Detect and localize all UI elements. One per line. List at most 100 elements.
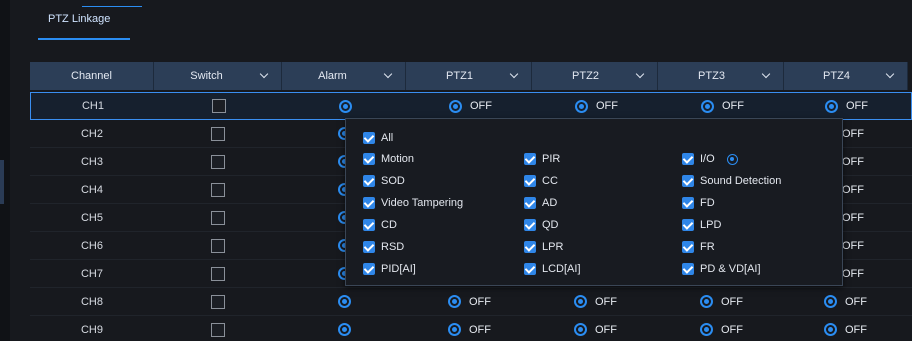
ptz4-value: OFF [842,183,864,196]
checkbox-checked-icon[interactable] [682,219,694,231]
ptz2-value: OFF [595,295,617,308]
channel-label: CH9 [80,323,103,336]
chevron-down-icon[interactable] [761,69,771,79]
ptz2-settings-icon[interactable] [574,323,587,336]
chevron-down-icon[interactable] [885,69,895,79]
channel-label: CH6 [80,239,103,252]
option-lpr[interactable]: LPR [524,241,563,253]
option-pid-ai[interactable]: PID[AI] [363,263,416,275]
ptz3-settings-icon[interactable] [700,323,713,336]
option-cc[interactable]: CC [524,175,558,187]
option-cd[interactable]: CD [363,219,397,231]
checkbox-checked-icon[interactable] [524,153,536,165]
header-channel: Channel [30,62,154,90]
channel-label: CH1 [81,100,104,112]
option-fd[interactable]: FD [682,197,715,209]
option-all[interactable]: All [363,132,393,144]
ptz4-settings-icon[interactable] [824,295,837,308]
alarm-settings-icon[interactable] [337,295,351,308]
checkbox-checked-icon[interactable] [363,241,375,253]
ptz2-settings-icon[interactable] [574,295,587,308]
ptz4-value: OFF [842,127,864,140]
header-ptz4[interactable]: PTZ4 [784,62,908,90]
checkbox-checked-icon[interactable] [682,153,694,165]
option-fr[interactable]: FR [682,241,715,253]
option-ad[interactable]: AD [524,197,557,209]
ptz1-settings-icon[interactable] [448,295,461,308]
switch-checkbox[interactable] [212,99,226,113]
option-rsd[interactable]: RSD [363,241,404,253]
option-lcd-ai[interactable]: LCD[AI] [524,263,581,275]
checkbox-checked-icon[interactable] [682,241,694,253]
table-row[interactable]: CH9 OFF OFF OFF OFF [30,316,912,341]
header-ptz3[interactable]: PTZ3 [658,62,784,90]
header-switch[interactable]: Switch [154,62,282,90]
table-row[interactable]: CH1 OFF OFF OFF OFF [30,92,912,120]
checkbox-checked-icon[interactable] [682,197,694,209]
option-video-tampering[interactable]: Video Tampering [363,197,463,209]
switch-checkbox[interactable] [211,126,225,141]
checkbox-checked-icon[interactable] [524,219,536,231]
switch-checkbox[interactable] [211,154,225,169]
ptz1-settings-icon[interactable] [448,323,461,336]
ptz1-settings-icon[interactable] [449,99,462,113]
table-header: Channel Switch Alarm PTZ1 PTZ2 PTZ3 PTZ4 [30,62,908,90]
checkbox-checked-icon[interactable] [682,175,694,187]
checkbox-checked-icon[interactable] [524,263,536,275]
checkbox-checked-icon[interactable] [363,219,375,231]
ptz3-value: OFF [722,100,744,112]
checkbox-checked-icon[interactable] [363,132,375,144]
switch-checkbox[interactable] [211,182,225,197]
header-ptz1[interactable]: PTZ1 [406,62,532,90]
checkbox-checked-icon[interactable] [524,241,536,253]
switch-checkbox[interactable] [211,294,225,309]
ptz4-value: OFF [842,155,864,168]
switch-checkbox[interactable] [211,266,225,281]
ptz4-value: OFF [842,239,864,252]
header-alarm[interactable]: Alarm [282,62,406,90]
checkbox-checked-icon[interactable] [682,263,694,275]
ptz3-value: OFF [721,323,743,336]
checkbox-checked-icon[interactable] [363,197,375,209]
ptz1-value: OFF [470,100,492,112]
channel-label: CH2 [80,127,103,140]
alarm-type-popup: All Motion PIR I/O SOD CC Sound Detectio… [345,118,843,286]
chevron-down-icon[interactable] [259,69,269,79]
alarm-settings-icon[interactable] [338,99,352,113]
switch-checkbox[interactable] [211,210,225,225]
channel-label: CH3 [80,155,103,168]
checkbox-checked-icon[interactable] [524,197,536,209]
ptz4-settings-icon[interactable] [824,323,837,336]
switch-checkbox[interactable] [211,238,225,253]
option-sod[interactable]: SOD [363,175,405,187]
chevron-down-icon[interactable] [635,69,645,79]
channel-label: CH5 [80,211,103,224]
ptz4-value: OFF [845,323,867,336]
checkbox-checked-icon[interactable] [363,175,375,187]
checkbox-checked-icon[interactable] [524,175,536,187]
ptz1-value: OFF [469,295,491,308]
option-sound-detection[interactable]: Sound Detection [682,175,781,187]
option-pd-vd-ai[interactable]: PD & VD[AI] [682,263,761,275]
alarm-settings-icon[interactable] [337,323,351,336]
option-qd[interactable]: QD [524,219,559,231]
ptz4-settings-icon[interactable] [825,99,838,113]
switch-checkbox[interactable] [211,322,225,337]
checkbox-checked-icon[interactable] [363,263,375,275]
option-lpd[interactable]: LPD [682,219,721,231]
ptz3-settings-icon[interactable] [701,99,714,113]
option-pir[interactable]: PIR [524,153,560,165]
ptz2-value: OFF [595,323,617,336]
checkbox-checked-icon[interactable] [363,153,375,165]
chevron-down-icon[interactable] [383,69,393,79]
ptz3-settings-icon[interactable] [700,295,713,308]
table-row[interactable]: CH8 OFF OFF OFF OFF [30,288,912,316]
io-settings-icon[interactable] [726,153,738,165]
option-motion[interactable]: Motion [363,153,414,165]
channel-label: CH8 [80,295,103,308]
chevron-down-icon[interactable] [509,69,519,79]
option-io[interactable]: I/O [682,153,738,165]
ptz2-settings-icon[interactable] [575,99,588,113]
tab-ptz-linkage[interactable]: PTZ Linkage [38,13,110,39]
header-ptz2[interactable]: PTZ2 [532,62,658,90]
